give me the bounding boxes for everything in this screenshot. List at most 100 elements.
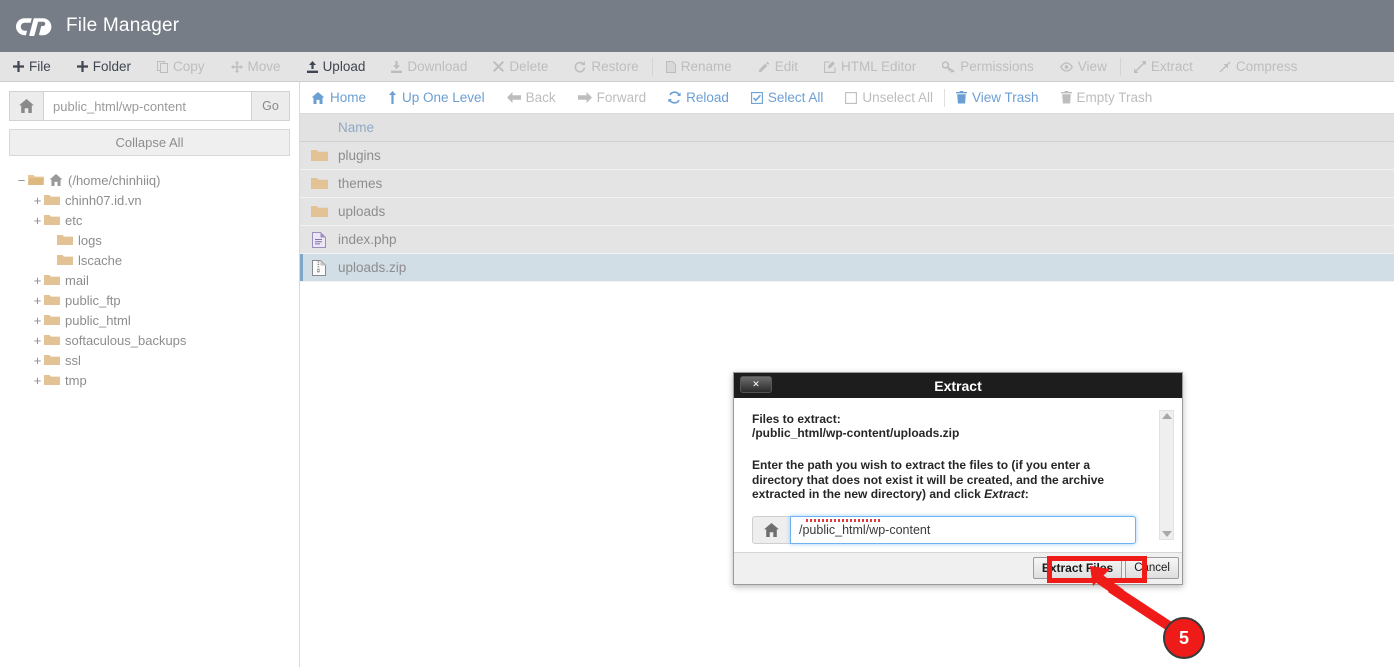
eye-icon xyxy=(1059,61,1073,72)
extract-path-input[interactable] xyxy=(790,515,1136,544)
back-arrow-icon xyxy=(506,92,521,103)
annotation-step-badge: 5 xyxy=(1163,617,1205,659)
toolbar-label: Rename xyxy=(680,58,732,74)
dialog-instructions: Enter the path you wish to extract the f… xyxy=(752,458,1136,502)
tree-node-label: tmp xyxy=(65,372,87,388)
toolbar-view-button[interactable]: View xyxy=(1047,52,1120,82)
nav-back-button[interactable]: Back xyxy=(496,82,567,114)
scroll-down-icon[interactable] xyxy=(1161,531,1172,537)
toolbar-upload-button[interactable]: Upload xyxy=(294,52,379,82)
column-header-name[interactable]: Name xyxy=(300,120,374,135)
dialog-footer: Extract Files Cancel xyxy=(734,551,1182,584)
folder-icon xyxy=(44,214,60,226)
tree-toggle[interactable]: + xyxy=(31,313,44,328)
extract-files-button[interactable]: Extract Files xyxy=(1032,557,1123,579)
toolbar-folder-button[interactable]: Folder xyxy=(64,52,144,82)
toolbar-label: Folder xyxy=(92,58,132,74)
cancel-button[interactable]: Cancel xyxy=(1125,557,1179,579)
folder-icon xyxy=(300,205,338,218)
nav-empty-trash-button[interactable]: Empty Trash xyxy=(1050,82,1164,114)
table-row[interactable]: uploads xyxy=(300,198,1394,226)
tree-node-logs[interactable]: logs xyxy=(9,230,290,250)
tree-node-public-html[interactable]: + public_html xyxy=(9,310,290,330)
tree-toggle[interactable]: + xyxy=(31,373,44,388)
folder-icon xyxy=(57,254,73,266)
nav-select-all-button[interactable]: Select All xyxy=(740,82,835,114)
nav-view-trash-button[interactable]: View Trash xyxy=(945,82,1050,114)
download-icon xyxy=(391,60,403,73)
nav-label: View Trash xyxy=(971,90,1039,105)
tree-node-etc[interactable]: + etc xyxy=(9,210,290,230)
tree-node-lscache[interactable]: lscache xyxy=(9,250,290,270)
toolbar-move-button[interactable]: Move xyxy=(218,52,294,82)
toolbar-label: Extract xyxy=(1150,58,1193,74)
file-name: uploads xyxy=(338,204,386,219)
tree-node-label: (/home/chinhiiq) xyxy=(68,172,161,188)
file-name: uploads.zip xyxy=(338,260,407,275)
scroll-up-icon[interactable] xyxy=(1161,413,1172,419)
pencil-icon xyxy=(758,61,770,73)
tree-toggle[interactable]: + xyxy=(31,193,44,208)
key-icon xyxy=(942,60,955,73)
toolbar-label: Download xyxy=(407,58,468,74)
toolbar-copy-button[interactable]: Copy xyxy=(144,52,218,82)
tree-node-ssl[interactable]: + ssl xyxy=(9,350,290,370)
table-row[interactable]: themes xyxy=(300,170,1394,198)
tree-toggle[interactable]: + xyxy=(31,333,44,348)
tree-node-softaculous-backups[interactable]: + softaculous_backups xyxy=(9,330,290,350)
toolbar-delete-button[interactable]: Delete xyxy=(480,52,561,82)
folder-icon xyxy=(44,194,60,206)
toolbar-compress-button[interactable]: Compress xyxy=(1206,52,1311,82)
tree-toggle[interactable]: + xyxy=(31,213,44,228)
toolbar-rename-button[interactable]: Rename xyxy=(653,52,745,82)
extract-icon xyxy=(1133,60,1146,73)
home-icon[interactable] xyxy=(9,91,43,121)
file-name: themes xyxy=(338,176,383,191)
tree-toggle[interactable]: + xyxy=(31,273,44,288)
toolbar-download-button[interactable]: Download xyxy=(378,52,480,82)
table-row[interactable]: plugins xyxy=(300,142,1394,170)
tree-toggle[interactable]: + xyxy=(31,293,44,308)
toolbar-html-editor-button[interactable]: HTML Editor xyxy=(811,52,929,82)
sidebar: Go Collapse All − (/home/chinhiiq) + chi… xyxy=(0,82,300,667)
filelist-column-header: Name xyxy=(300,114,1394,142)
nav-label: Forward xyxy=(596,90,647,105)
tree-node-chinh07[interactable]: + chinh07.id.vn xyxy=(9,190,290,210)
trash-icon xyxy=(955,91,967,104)
toolbar-restore-button[interactable]: Restore xyxy=(561,52,651,82)
app-header: File Manager xyxy=(0,0,1394,52)
file-manager-app: File Manager File Folder Copy Move Uploa… xyxy=(0,0,1394,667)
plus-icon xyxy=(76,61,88,72)
table-row[interactable]: uploads.zip xyxy=(300,254,1394,282)
path-input[interactable] xyxy=(43,91,252,121)
primary-toolbar: File Folder Copy Move Upload Download De… xyxy=(0,52,1394,82)
close-icon[interactable]: ✕ xyxy=(740,376,772,393)
folder-icon xyxy=(44,314,60,326)
tree-node-mail[interactable]: + mail xyxy=(9,270,290,290)
toolbar-file-button[interactable]: File xyxy=(0,52,64,82)
toolbar-edit-button[interactable]: Edit xyxy=(745,52,811,82)
nav-reload-button[interactable]: Reload xyxy=(657,82,740,114)
toolbar-extract-button[interactable]: Extract xyxy=(1121,52,1206,82)
tree-node-public-ftp[interactable]: + public_ftp xyxy=(9,290,290,310)
table-row[interactable]: index.php xyxy=(300,226,1394,254)
folder-icon xyxy=(300,149,338,162)
dialog-title: Extract xyxy=(934,377,982,394)
dialog-scrollbar[interactable] xyxy=(1159,410,1174,540)
collapse-all-button[interactable]: Collapse All xyxy=(9,129,290,156)
nav-home-button[interactable]: Home xyxy=(300,82,377,114)
toolbar-permissions-button[interactable]: Permissions xyxy=(929,52,1047,82)
home-icon[interactable] xyxy=(752,515,790,544)
tree-node-tmp[interactable]: + tmp xyxy=(9,370,290,390)
nav-forward-button[interactable]: Forward xyxy=(567,82,658,114)
tree-toggle[interactable]: + xyxy=(31,353,44,368)
tree-node-label: logs xyxy=(78,232,102,248)
dialog-body: Files to extract: /public_html/wp-conten… xyxy=(734,398,1182,552)
nav-unselect-all-button[interactable]: Unselect All xyxy=(834,82,944,114)
tree-node-label: public_html xyxy=(65,312,131,328)
toolbar-label: Permissions xyxy=(960,58,1034,74)
tree-node-home[interactable]: − (/home/chinhiiq) xyxy=(9,170,290,190)
nav-up-one-level-button[interactable]: Up One Level xyxy=(377,82,496,114)
go-button[interactable]: Go xyxy=(252,91,290,121)
tree-toggle[interactable]: − xyxy=(15,173,28,188)
